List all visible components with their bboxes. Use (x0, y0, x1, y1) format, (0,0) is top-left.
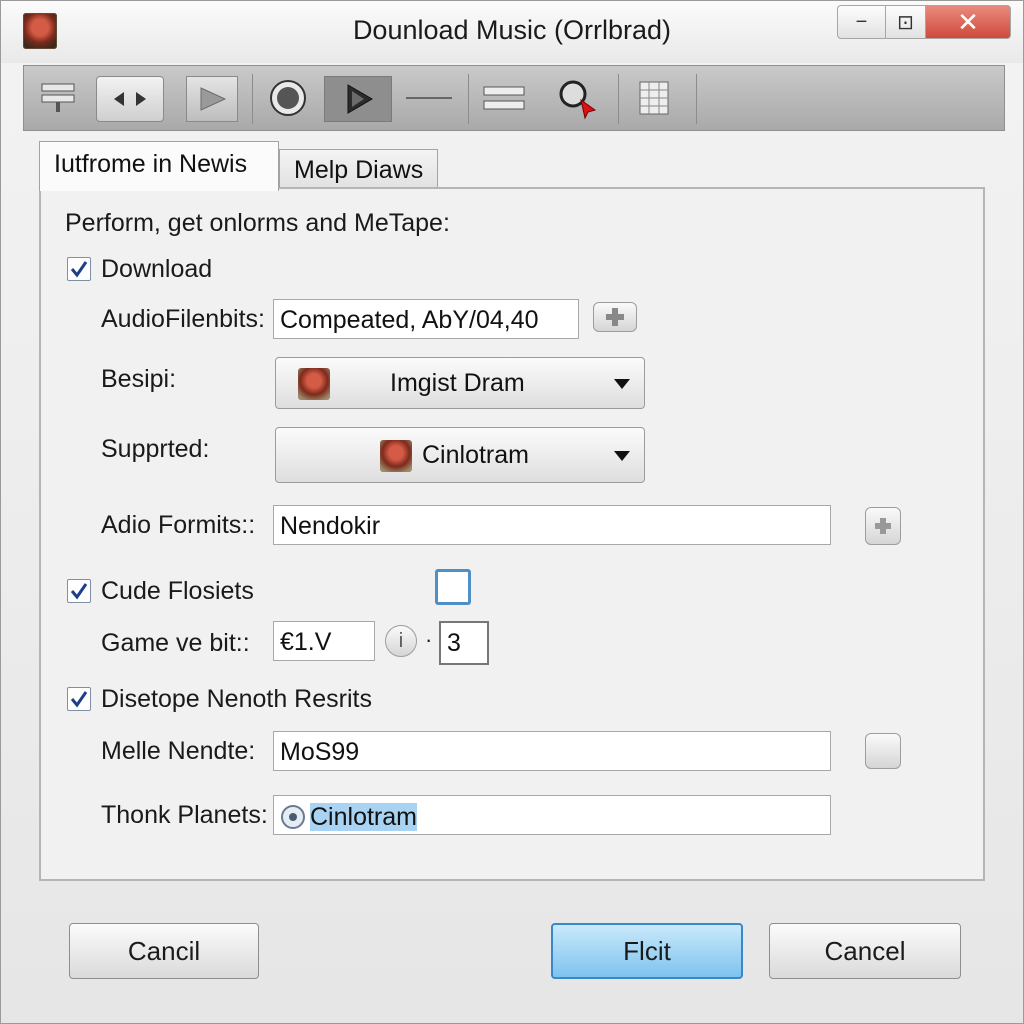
toolbar-separator (696, 74, 697, 124)
list-icon[interactable] (36, 76, 80, 120)
cude-flosiets-label: Cude Flosiets (101, 577, 254, 605)
record-icon[interactable] (266, 76, 310, 120)
adio-formits-input[interactable]: Nendokir (273, 505, 831, 545)
game-ve-bit-label: Game ve bit:: (101, 629, 250, 657)
audio-filenbits-label: AudioFilenbits: (101, 305, 265, 333)
play-active-icon[interactable] (324, 76, 392, 122)
disc-icon (280, 804, 306, 830)
info-icon[interactable]: i (385, 625, 417, 657)
game-ve-bit-input[interactable]: €1.V (273, 621, 375, 661)
besipi-dropdown[interactable]: Imgist Dram (275, 357, 645, 409)
download-label: Download (101, 255, 213, 283)
chevron-down-icon (614, 451, 630, 461)
count-input[interactable]: 3 (439, 621, 489, 665)
cude-flosiets-checkbox[interactable] (67, 579, 91, 603)
add-button[interactable] (593, 302, 637, 332)
download-checkbox[interactable] (67, 257, 91, 281)
download-music-window: Dounload Music (Orrlbrad) − ⊡ ✕ Iutfrome… (0, 0, 1024, 1024)
chevron-down-icon (614, 379, 630, 389)
browse-button[interactable] (865, 733, 901, 769)
melle-nendte-input[interactable]: MoS99 (273, 731, 831, 771)
supported-selected: Cinlotram (422, 441, 529, 469)
besipi-selected: Imgist Dram (390, 369, 525, 397)
melle-nendte-label: Melle Nendte: (101, 737, 256, 765)
checkmark-icon (70, 583, 88, 600)
disetope-checkbox[interactable] (67, 687, 91, 711)
cancil-button[interactable]: Cancil (69, 923, 259, 979)
flcit-button[interactable]: Flcit (551, 923, 743, 979)
arrows-icon[interactable] (96, 76, 164, 122)
grid-icon[interactable] (632, 76, 676, 120)
thonk-planets-input[interactable]: Cinlotram (273, 795, 831, 835)
settings-panel: Perform, get onlorms and MeTape: Downloa… (39, 187, 985, 881)
zoom-icon[interactable] (552, 76, 602, 120)
supported-dropdown[interactable]: Cinlotram (275, 427, 645, 483)
minimize-button[interactable]: − (837, 5, 885, 39)
album-thumbnail-icon (380, 440, 412, 472)
bars-icon[interactable] (480, 76, 528, 120)
supported-label: Supprted: (101, 435, 210, 463)
thonk-planets-selection: Cinlotram (310, 802, 417, 831)
plus-icon (875, 518, 891, 534)
tab-iutfrome-in-newis[interactable]: Iutfrome in Newis (39, 141, 279, 191)
thonk-planets-label: Thonk Planets: (101, 801, 268, 829)
close-button[interactable]: ✕ (925, 5, 1011, 39)
play-icon[interactable] (186, 76, 238, 122)
separator-dot: · (425, 627, 433, 652)
disetope-label: Disetope Nenoth Resrits (101, 685, 372, 713)
album-thumbnail-icon (298, 368, 330, 400)
toolbar (23, 65, 1005, 131)
besipi-label: Besipi: (101, 365, 177, 393)
title-bar: Dounload Music (Orrlbrad) − ⊡ ✕ (1, 1, 1023, 63)
maximize-button[interactable]: ⊡ (885, 5, 925, 39)
toolbar-separator (468, 74, 469, 124)
toolbar-separator (618, 74, 619, 124)
checkmark-icon (70, 261, 88, 278)
window-controls: − ⊡ ✕ (837, 5, 1011, 43)
line-icon[interactable] (402, 76, 456, 120)
adio-formits-label: Adio Formits:: (101, 511, 256, 539)
plus-icon (606, 308, 624, 326)
tab-melp-diaws[interactable]: Melp Diaws (279, 149, 439, 189)
checkmark-icon (70, 691, 88, 708)
panel-heading: Perform, get onlorms and MeTape: (65, 209, 450, 237)
audio-filenbits-input[interactable]: Compeated, AbY/04,40 (273, 299, 579, 339)
add-button[interactable] (865, 507, 901, 545)
toolbar-separator (252, 74, 253, 124)
option-checkbox[interactable] (435, 569, 471, 605)
cancel-button[interactable]: Cancel (769, 923, 961, 979)
